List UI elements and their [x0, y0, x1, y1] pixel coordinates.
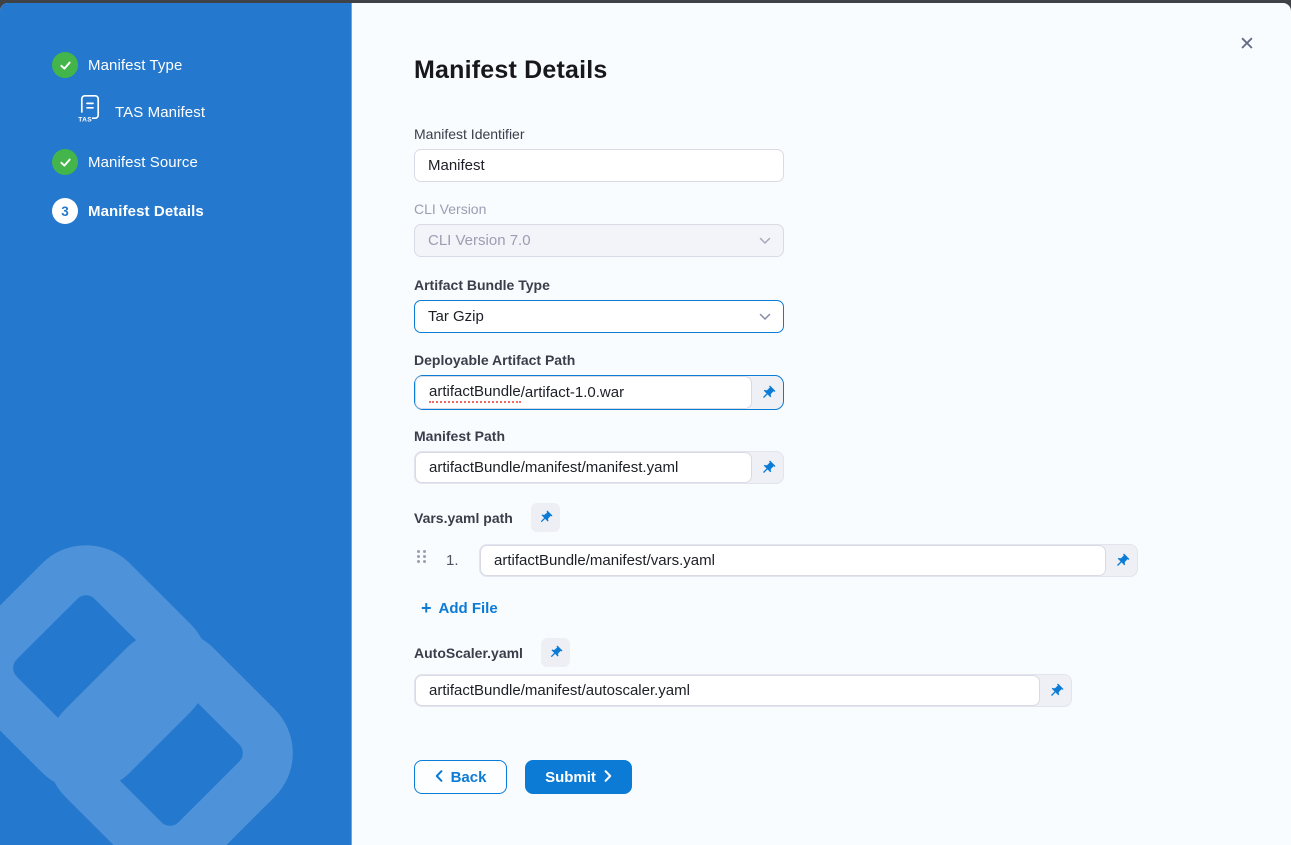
- selected-manifest-type-item: TAS TAS Manifest: [78, 96, 205, 128]
- chevron-down-icon: [759, 308, 771, 325]
- step-complete-check-icon: [52, 149, 78, 175]
- wizard-step-manifest-details[interactable]: 3 Manifest Details: [52, 198, 204, 224]
- substep-label: TAS Manifest: [115, 104, 205, 121]
- submit-button[interactable]: Submit: [525, 760, 632, 794]
- chevron-left-icon: [435, 769, 443, 786]
- step-number-badge: 3: [52, 198, 78, 224]
- deployable-artifact-path-runtime-pin-button[interactable]: [752, 376, 783, 409]
- chevron-down-icon: [759, 232, 771, 249]
- manifest-path-field: artifactBundle/manifest/manifest.yaml: [414, 451, 784, 484]
- step-complete-check-icon: [52, 52, 78, 78]
- deployable-artifact-path-input[interactable]: artifactBundle/artifact-1.0.war: [415, 376, 752, 409]
- add-file-button[interactable]: + Add File: [421, 599, 498, 617]
- pin-icon: [535, 507, 556, 528]
- wizard-sidebar: Manifest Type TAS TAS Manifest Manifest …: [0, 3, 352, 845]
- deployable-artifact-path-label: Deployable Artifact Path: [414, 351, 575, 369]
- autoscaler-runtime-pin-button[interactable]: [541, 638, 570, 667]
- svg-text:TAS: TAS: [78, 117, 92, 124]
- pin-icon: [756, 456, 779, 479]
- back-button[interactable]: Back: [414, 760, 507, 794]
- artifact-bundle-type-label: Artifact Bundle Type: [414, 276, 550, 294]
- wizard-step-manifest-source[interactable]: Manifest Source: [52, 149, 198, 175]
- pin-icon: [1110, 549, 1133, 572]
- deployable-artifact-path-field: artifactBundle/artifact-1.0.war: [414, 375, 784, 410]
- cli-version-label: CLI Version: [414, 200, 486, 218]
- wizard-step-manifest-type[interactable]: Manifest Type: [52, 52, 182, 78]
- vars-file-row-number: 1.: [446, 552, 459, 569]
- step-label: Manifest Type: [88, 57, 182, 74]
- pin-icon: [1044, 679, 1067, 702]
- back-button-label: Back: [451, 769, 487, 786]
- tas-manifest-icon: TAS: [78, 94, 102, 130]
- manifest-path-runtime-pin-button[interactable]: [752, 452, 783, 483]
- close-icon[interactable]: ✕: [1234, 31, 1260, 57]
- vars-yaml-runtime-pin-button[interactable]: [531, 503, 560, 532]
- manifest-wizard-modal: Manifest Type TAS TAS Manifest Manifest …: [0, 3, 1291, 845]
- submit-button-label: Submit: [545, 769, 596, 786]
- vars-yaml-file-row: artifactBundle/manifest/vars.yaml: [479, 544, 1138, 577]
- chevron-right-icon: [604, 769, 612, 786]
- plus-icon: +: [421, 599, 432, 617]
- pin-icon: [756, 381, 779, 404]
- manifest-identifier-input[interactable]: [414, 149, 784, 182]
- pin-icon: [545, 642, 566, 663]
- vars-yaml-path-label: Vars.yaml path: [414, 509, 513, 527]
- spellcheck-underlined-text: artifactBundle: [429, 383, 521, 403]
- manifest-path-label: Manifest Path: [414, 427, 505, 445]
- vars-yaml-path-row-pin-button[interactable]: [1106, 545, 1137, 576]
- add-file-label: Add File: [439, 600, 498, 617]
- input-text: /artifact-1.0.war: [521, 384, 624, 401]
- manifest-identifier-label: Manifest Identifier: [414, 125, 525, 143]
- cli-version-value: CLI Version 7.0: [428, 232, 531, 249]
- manifest-path-input[interactable]: artifactBundle/manifest/manifest.yaml: [415, 452, 752, 483]
- step-label: Manifest Details: [88, 203, 204, 220]
- vars-yaml-path-input-1[interactable]: artifactBundle/manifest/vars.yaml: [480, 545, 1106, 576]
- autoscaler-yaml-path-input[interactable]: artifactBundle/manifest/autoscaler.yaml: [415, 675, 1040, 706]
- autoscaler-yaml-field: artifactBundle/manifest/autoscaler.yaml: [414, 674, 1072, 707]
- page-title: Manifest Details: [414, 56, 608, 85]
- autoscaler-yaml-label: AutoScaler.yaml: [414, 644, 523, 662]
- step-label: Manifest Source: [88, 154, 198, 171]
- autoscaler-yaml-pin-button[interactable]: [1040, 675, 1071, 706]
- artifact-bundle-type-select[interactable]: Tar Gzip: [414, 300, 784, 333]
- cli-version-select: CLI Version 7.0: [414, 224, 784, 257]
- drag-handle[interactable]: [417, 550, 426, 563]
- artifact-bundle-type-value: Tar Gzip: [428, 308, 484, 325]
